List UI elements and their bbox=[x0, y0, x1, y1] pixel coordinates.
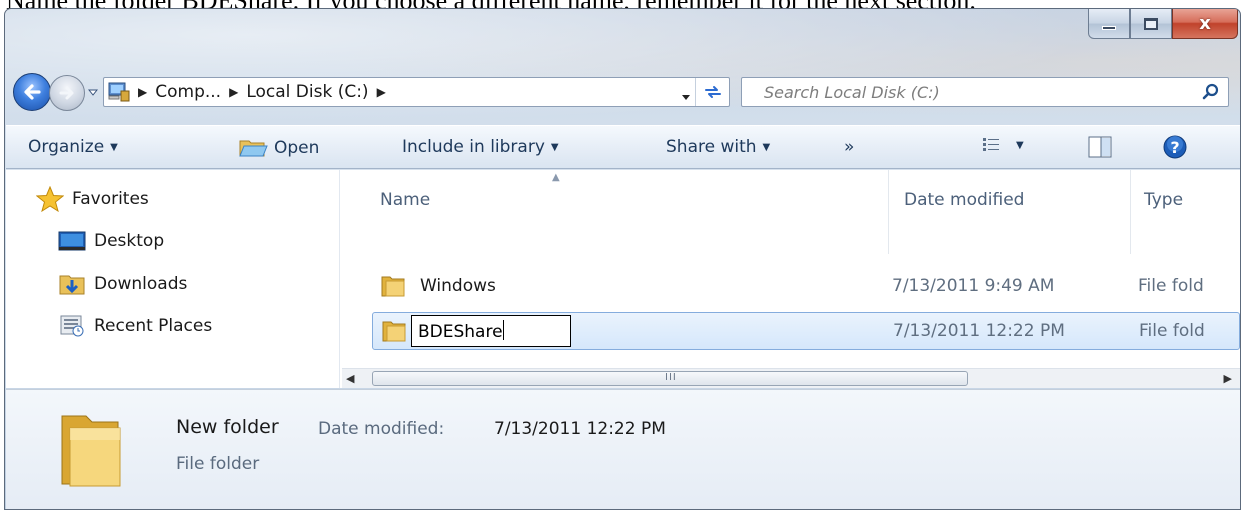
open-button[interactable]: Open bbox=[238, 137, 319, 159]
minimize-button[interactable] bbox=[1088, 9, 1130, 39]
recent-places-icon bbox=[60, 315, 84, 337]
nav-item-downloads-label: Downloads bbox=[94, 274, 188, 294]
close-button[interactable]: x bbox=[1172, 9, 1238, 39]
chevron-down-icon: ▼ bbox=[110, 141, 118, 153]
share-with-button[interactable]: Share with ▼ bbox=[666, 137, 770, 157]
rename-input[interactable]: BDEShare bbox=[411, 315, 571, 347]
help-button[interactable]: ? bbox=[1162, 134, 1188, 160]
sort-ascending-icon: ▲ bbox=[552, 172, 560, 183]
nav-item-downloads[interactable]: Downloads bbox=[58, 272, 187, 296]
horizontal-scrollbar[interactable]: ◀ III ▶ bbox=[342, 368, 1240, 388]
folder-icon bbox=[61, 415, 121, 487]
more-commands-label: » bbox=[844, 137, 855, 157]
open-folder-icon bbox=[239, 140, 268, 157]
open-label: Open bbox=[274, 138, 320, 158]
details-item-name: New folder bbox=[176, 416, 279, 438]
chevron-down-icon bbox=[88, 89, 98, 96]
column-header-name[interactable]: Name bbox=[380, 190, 430, 210]
forward-arrow-icon bbox=[59, 86, 74, 100]
address-bar[interactable]: ▶ Comp... ▶ Local Disk (C:) ▶ bbox=[103, 77, 730, 107]
breadcrumb-separator-icon[interactable]: ▶ bbox=[225, 85, 242, 99]
scroll-grip: III bbox=[665, 372, 677, 383]
text-caret bbox=[502, 320, 504, 340]
column-divider[interactable] bbox=[1130, 170, 1131, 254]
star-icon bbox=[36, 186, 64, 212]
details-date-label: Date modified: bbox=[318, 419, 445, 439]
nav-item-desktop-label: Desktop bbox=[94, 231, 165, 251]
svg-text:?: ? bbox=[1170, 138, 1179, 157]
column-divider[interactable] bbox=[888, 170, 889, 254]
nav-item-recent-places-label: Recent Places bbox=[94, 316, 213, 336]
back-arrow-icon bbox=[24, 84, 41, 100]
rename-input-text: BDEShare bbox=[418, 322, 503, 342]
nav-item-recent-places[interactable]: Recent Places bbox=[58, 314, 212, 338]
breadcrumb-computer[interactable]: Comp... bbox=[151, 82, 225, 102]
content-area: Favorites Desktop Downloads Recent Place… bbox=[6, 170, 1240, 388]
search-placeholder: Search Local Disk (C:) bbox=[764, 83, 940, 102]
breadcrumb-separator-icon[interactable]: ▶ bbox=[134, 85, 151, 99]
forward-button[interactable] bbox=[49, 75, 85, 111]
nav-favorites[interactable]: Favorites bbox=[36, 186, 149, 212]
command-bar: Organize ▼ Open Include in library ▼ Sha… bbox=[6, 125, 1240, 169]
scroll-left-icon[interactable]: ◀ bbox=[346, 372, 354, 385]
caption-buttons: x bbox=[1088, 9, 1238, 39]
back-button[interactable] bbox=[13, 73, 51, 111]
maximize-button[interactable] bbox=[1130, 9, 1172, 39]
close-icon: x bbox=[1199, 13, 1211, 34]
details-item-type: File folder bbox=[176, 454, 260, 474]
chevron-down-icon: ▼ bbox=[762, 141, 771, 153]
address-history-dropdown[interactable] bbox=[681, 87, 691, 106]
file-date-modified: 7/13/2011 9:49 AM bbox=[892, 276, 1055, 296]
chevron-down-icon bbox=[682, 95, 690, 100]
chevron-down-icon: ▼ bbox=[1016, 139, 1024, 151]
refresh-button[interactable] bbox=[695, 78, 729, 106]
minimize-icon bbox=[1102, 25, 1116, 30]
breadcrumb-separator-icon[interactable]: ▶ bbox=[373, 85, 390, 99]
share-with-label: Share with bbox=[666, 137, 757, 157]
navigation-pane: Favorites Desktop Downloads Recent Place… bbox=[6, 170, 340, 388]
nav-favorites-label: Favorites bbox=[72, 189, 149, 209]
column-header-type[interactable]: Type bbox=[1144, 190, 1183, 210]
include-in-library-button[interactable]: Include in library ▼ bbox=[402, 137, 559, 157]
organize-label: Organize bbox=[28, 137, 105, 157]
file-list: ▲ Name Date modified Type Windows 7/13/2… bbox=[342, 170, 1240, 388]
change-view-button[interactable]: ▼ bbox=[982, 137, 1024, 153]
desktop-icon bbox=[58, 231, 86, 251]
breadcrumb-local-disk[interactable]: Local Disk (C:) bbox=[242, 82, 372, 102]
computer-icon bbox=[104, 78, 134, 106]
file-date-modified: 7/13/2011 12:22 PM bbox=[893, 321, 1065, 341]
scroll-thumb[interactable]: III bbox=[372, 371, 968, 386]
nav-item-desktop[interactable]: Desktop bbox=[58, 230, 164, 252]
organize-button[interactable]: Organize ▼ bbox=[28, 137, 118, 157]
folder-icon bbox=[381, 276, 405, 297]
downloads-icon bbox=[59, 275, 85, 295]
include-in-library-label: Include in library bbox=[402, 137, 545, 157]
explorer-window: x ▶ Comp... ▶ Local Disk (C:) ▶ Search L… bbox=[4, 8, 1241, 510]
folder-icon bbox=[382, 321, 406, 342]
details-pane: New folder Date modified: 7/13/2011 12:2… bbox=[6, 389, 1240, 509]
maximize-icon bbox=[1144, 17, 1158, 30]
help-icon: ? bbox=[1163, 135, 1187, 159]
more-commands-button[interactable]: » bbox=[844, 137, 854, 157]
navigation-row: ▶ Comp... ▶ Local Disk (C:) ▶ Search Loc… bbox=[5, 69, 1240, 113]
file-type: File fold bbox=[1139, 321, 1205, 341]
preview-pane-icon bbox=[1088, 136, 1112, 158]
view-details-icon bbox=[983, 138, 999, 151]
details-date-value: 7/13/2011 12:22 PM bbox=[494, 419, 666, 439]
file-row-bdeshare[interactable]: BDEShare 7/13/2011 12:22 PM File fold bbox=[372, 312, 1240, 350]
file-type: File fold bbox=[1138, 276, 1204, 296]
preview-pane-button[interactable] bbox=[1088, 136, 1112, 158]
chevron-down-icon: ▼ bbox=[550, 141, 559, 153]
search-input[interactable]: Search Local Disk (C:) bbox=[741, 77, 1229, 107]
file-row-windows[interactable]: Windows 7/13/2011 9:49 AM File fold bbox=[372, 268, 1240, 306]
scroll-right-icon[interactable]: ▶ bbox=[1224, 372, 1232, 385]
recent-pages-dropdown[interactable] bbox=[87, 87, 99, 99]
file-name: Windows bbox=[420, 276, 496, 296]
refresh-icon bbox=[704, 86, 721, 98]
column-header-date-modified[interactable]: Date modified bbox=[904, 190, 1024, 210]
search-icon[interactable] bbox=[1202, 83, 1220, 101]
